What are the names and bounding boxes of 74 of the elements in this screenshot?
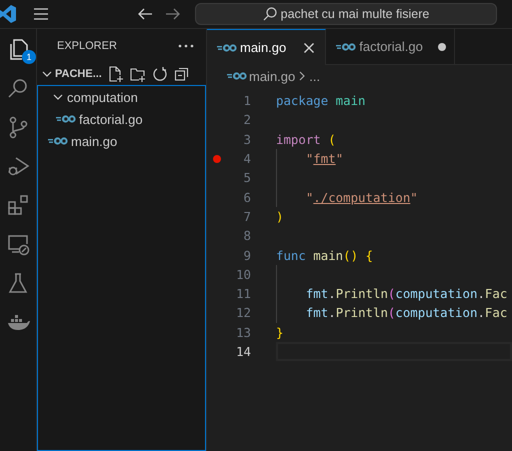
code-token: main — [312, 248, 344, 263]
code-token: () — [343, 248, 358, 263]
code-token: Fac — [484, 305, 508, 320]
line-number: 11 — [235, 286, 251, 302]
file-type-icon — [217, 42, 237, 52]
breadcrumb-item[interactable]: ... — [309, 68, 320, 84]
breadcrumb-item[interactable]: main.go — [249, 68, 296, 84]
code-token: . — [477, 305, 485, 320]
code-token: main — [334, 93, 366, 108]
breakpoint-icon[interactable] — [213, 154, 221, 163]
line-number: 3 — [242, 132, 251, 147]
line-number: 14 — [235, 344, 251, 359]
code-token: ./computation — [313, 190, 410, 205]
code-token: . — [328, 305, 336, 320]
code-token: Println — [336, 305, 388, 320]
code-token: fmt — [306, 286, 328, 302]
code-token: Fac — [484, 286, 508, 302]
notification-badge: 1 — [22, 50, 36, 64]
line-number: 2 — [242, 112, 251, 128]
code-token: Println — [336, 286, 388, 302]
line-number: 5 — [242, 170, 251, 186]
code-token: package — [276, 93, 328, 108]
line-number: 9 — [242, 248, 251, 263]
collapse-all-icon[interactable] — [174, 66, 190, 82]
editor-tab[interactable]: main.go — [207, 29, 326, 65]
testing-icon[interactable] — [6, 271, 30, 295]
back-icon[interactable] — [137, 7, 153, 21]
file-item[interactable]: factorial.go — [38, 108, 205, 130]
extensions-icon[interactable] — [6, 193, 30, 217]
line-number: 8 — [242, 228, 251, 244]
more-actions-icon[interactable] — [178, 44, 194, 48]
code-token: ) — [276, 208, 284, 224]
forward-icon[interactable] — [165, 7, 181, 21]
code-token: fmt — [306, 305, 328, 320]
code-token: ( — [327, 132, 336, 147]
code-token: ( — [388, 286, 396, 302]
code-token: computation — [395, 286, 478, 302]
folder-item[interactable]: computation — [38, 86, 205, 108]
line-number: 12 — [235, 305, 251, 320]
code-token: func — [276, 248, 306, 263]
code-token: " — [306, 190, 314, 205]
code-token: fmt — [313, 151, 336, 166]
new-file-icon[interactable] — [108, 66, 124, 82]
line-number: 4 — [242, 151, 251, 166]
command-search-field[interactable]: pachet cu mai multe fisiere — [195, 3, 497, 25]
line-number: 7 — [242, 208, 251, 224]
code-token: " — [306, 151, 314, 166]
line-number: 6 — [242, 190, 251, 205]
file-type-icon — [56, 114, 76, 124]
chevron-icon — [297, 71, 308, 81]
file-item[interactable]: main.go — [38, 130, 205, 152]
code-token: ( — [388, 305, 396, 320]
line-number: 1 — [242, 93, 251, 108]
refresh-icon[interactable] — [152, 66, 168, 82]
sidebar-title: EXPLORER — [57, 40, 117, 52]
editor-tab[interactable]: factorial.go — [326, 29, 455, 64]
code-token: { — [364, 248, 373, 263]
file-type-icon — [227, 71, 247, 81]
code-token: . — [328, 286, 336, 302]
code-token: " — [336, 151, 344, 166]
new-folder-icon[interactable] — [130, 66, 146, 82]
search-icon — [262, 7, 277, 21]
code-token: . — [477, 286, 485, 302]
file-type-icon — [48, 136, 68, 146]
line-number: 10 — [235, 266, 251, 282]
code-token: " — [410, 190, 418, 205]
line-number: 13 — [235, 324, 251, 340]
app-logo-icon — [0, 5, 16, 23]
file-type-icon — [336, 42, 356, 52]
code-token: computation — [395, 305, 478, 320]
code-token: } — [276, 324, 284, 340]
code-token: import — [276, 132, 321, 147]
menu-icon[interactable] — [33, 8, 49, 20]
folder-name[interactable]: PACHE... — [55, 68, 102, 80]
